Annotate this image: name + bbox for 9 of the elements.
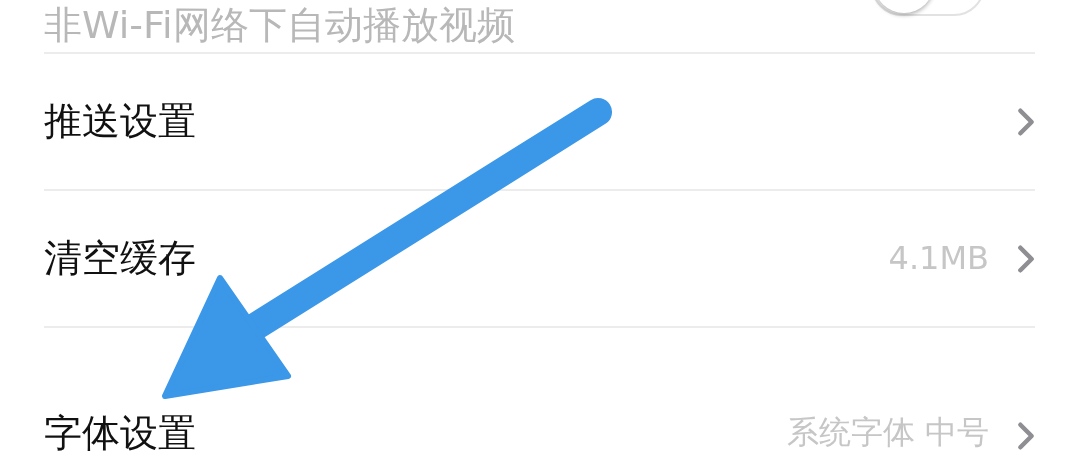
setting-value: 系统字体 中号	[786, 412, 989, 451]
setting-label: 推送设置	[44, 98, 197, 145]
chevron-right-icon[interactable]	[1017, 421, 1035, 451]
setting-label: 非Wi-Fi网络下自动播放视频	[44, 3, 516, 49]
chevron-right-icon[interactable]	[1017, 106, 1035, 137]
setting-value: 4.1MB	[888, 239, 989, 278]
setting-label: 清空缓存	[44, 235, 197, 282]
setting-label: 字体设置	[44, 411, 197, 457]
chevron-right-icon[interactable]	[1017, 243, 1035, 274]
